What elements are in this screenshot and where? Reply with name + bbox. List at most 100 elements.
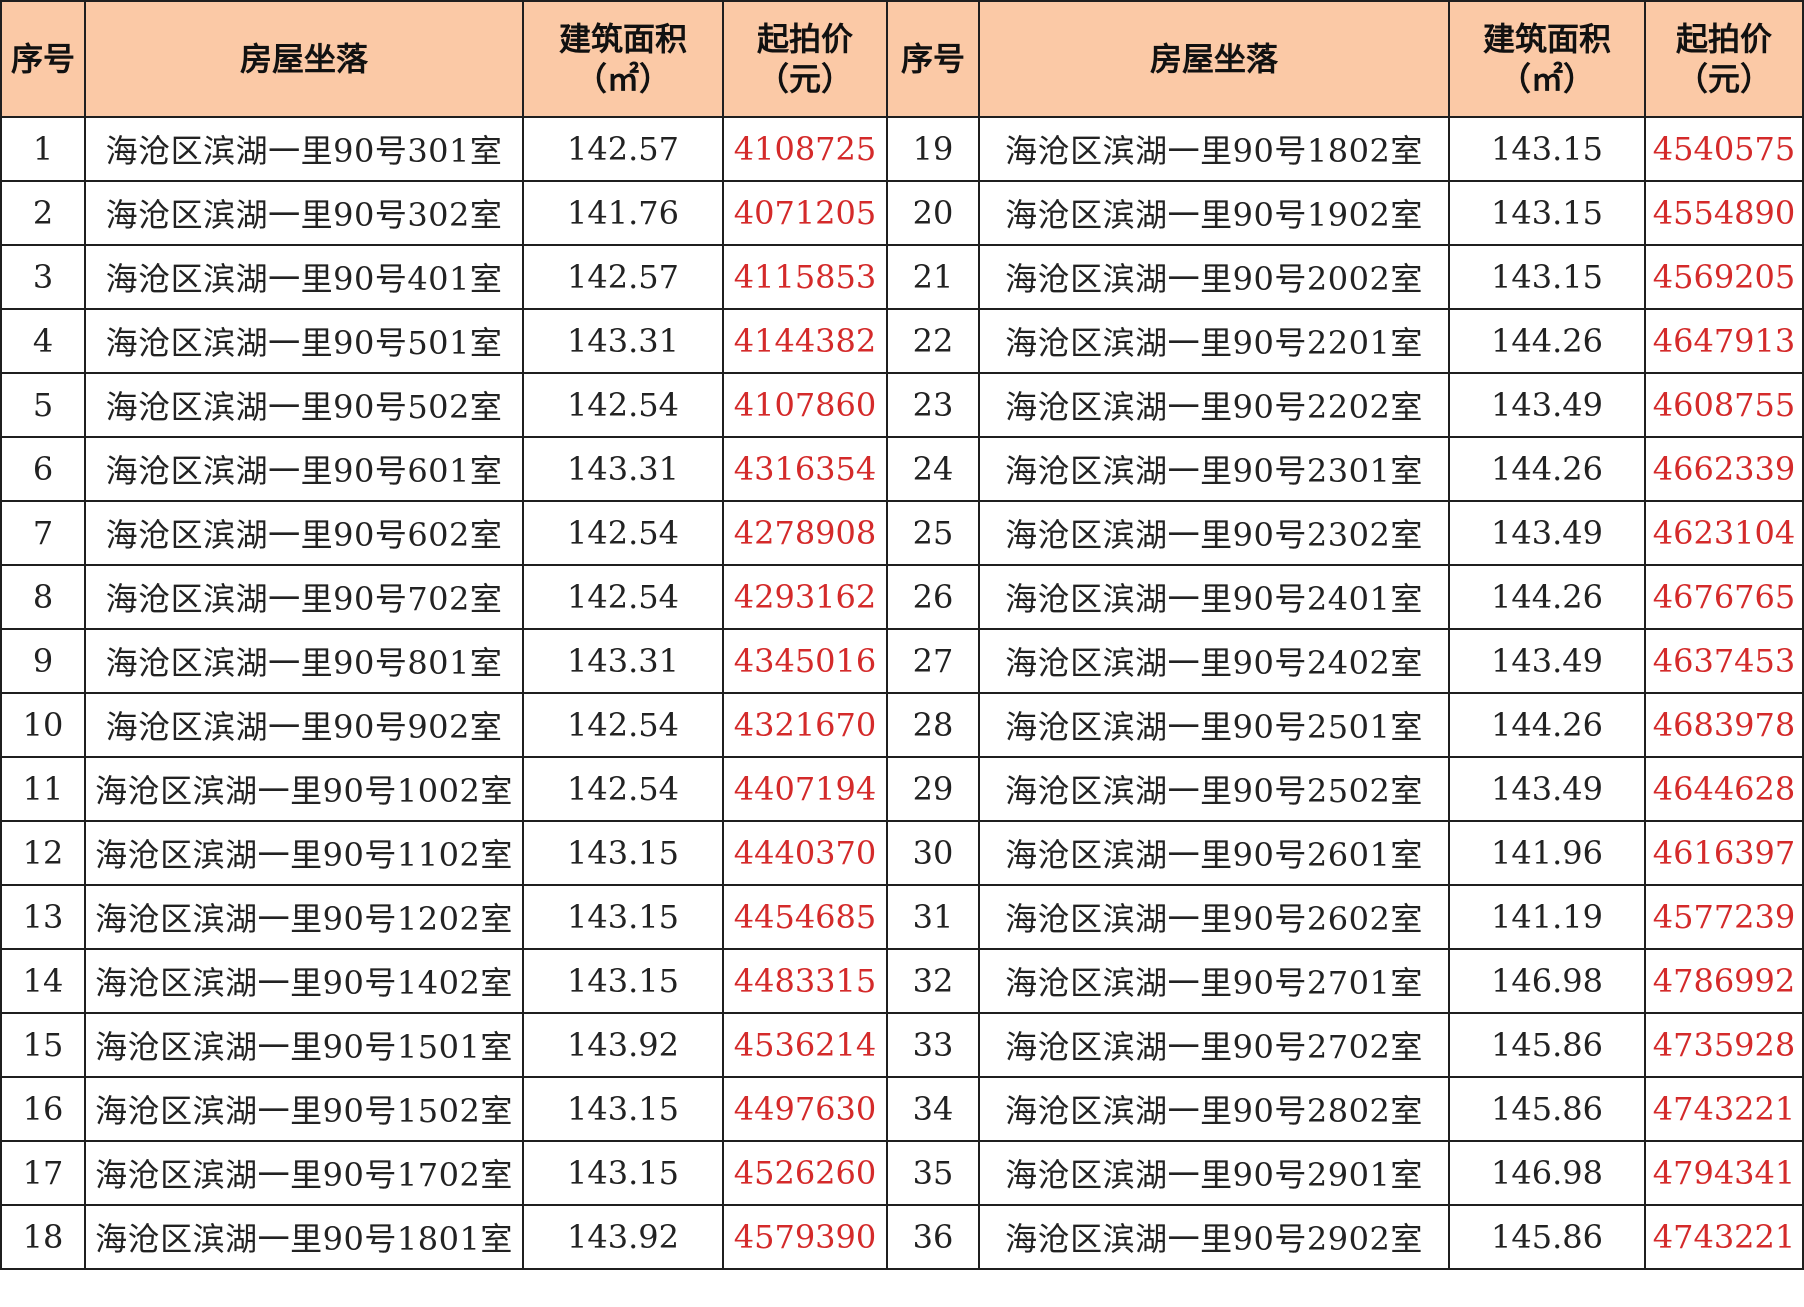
seq-cell: 8 xyxy=(0,564,86,630)
seq-cell: 20 xyxy=(886,180,980,246)
address-cell: 海沧区滨湖一里90号1002室 xyxy=(84,756,524,822)
address-cell: 海沧区滨湖一里90号1102室 xyxy=(84,820,524,886)
area-cell: 143.15 xyxy=(522,820,724,886)
area-cell: 143.31 xyxy=(522,436,724,502)
seq-cell: 11 xyxy=(0,756,86,822)
table-row: 2 海沧区滨湖一里90号302室 141.76 4071205 20 海沧区滨湖一里90号… xyxy=(0,180,1804,246)
header-price-unit: （元） xyxy=(1675,60,1772,98)
seq-cell: 16 xyxy=(0,1076,86,1142)
area-cell: 142.57 xyxy=(522,244,724,310)
price-cell: 4662339 xyxy=(1644,436,1804,502)
address-cell: 海沧区滨湖一里90号2901室 xyxy=(978,1140,1450,1206)
address-cell: 海沧区滨湖一里90号1501室 xyxy=(84,1012,524,1078)
area-cell: 144.26 xyxy=(1448,564,1646,630)
table-row: 12 海沧区滨湖一里90号1102室 143.15 4440370 30 海沧区滨湖一里9… xyxy=(0,820,1804,886)
area-cell: 142.57 xyxy=(522,116,724,182)
price-cell: 4735928 xyxy=(1644,1012,1804,1078)
seq-cell: 36 xyxy=(886,1204,980,1270)
price-cell: 4407194 xyxy=(722,756,888,822)
area-cell: 145.86 xyxy=(1448,1076,1646,1142)
table-row: 15 海沧区滨湖一里90号1501室 143.92 4536214 33 海沧区滨湖一里9… xyxy=(0,1012,1804,1078)
price-cell: 4526260 xyxy=(722,1140,888,1206)
area-cell: 143.15 xyxy=(1448,244,1646,310)
auction-listing-table: 序号 房屋坐落 建筑面积 （㎡） 起拍价 （元） 序号 房屋坐落 建筑面积 （㎡… xyxy=(0,0,1804,1270)
table-row: 17 海沧区滨湖一里90号1702室 143.15 4526260 35 海沧区滨湖一里9… xyxy=(0,1140,1804,1206)
seq-cell: 32 xyxy=(886,948,980,1014)
area-cell: 142.54 xyxy=(522,756,724,822)
address-cell: 海沧区滨湖一里90号2601室 xyxy=(978,820,1450,886)
seq-cell: 12 xyxy=(0,820,86,886)
seq-cell: 27 xyxy=(886,628,980,694)
table-row: 16 海沧区滨湖一里90号1502室 143.15 4497630 34 海沧区滨湖一里9… xyxy=(0,1076,1804,1142)
table-row: 11 海沧区滨湖一里90号1002室 142.54 4407194 29 海沧区滨湖一里9… xyxy=(0,756,1804,822)
area-cell: 141.76 xyxy=(522,180,724,246)
price-cell: 4108725 xyxy=(722,116,888,182)
address-cell: 海沧区滨湖一里90号301室 xyxy=(84,116,524,182)
seq-cell: 33 xyxy=(886,1012,980,1078)
price-cell: 4644628 xyxy=(1644,756,1804,822)
address-cell: 海沧区滨湖一里90号2602室 xyxy=(978,884,1450,950)
price-cell: 4623104 xyxy=(1644,500,1804,566)
price-cell: 4440370 xyxy=(722,820,888,886)
price-cell: 4540575 xyxy=(1644,116,1804,182)
seq-cell: 1 xyxy=(0,116,86,182)
seq-cell: 31 xyxy=(886,884,980,950)
seq-cell: 4 xyxy=(0,308,86,374)
address-cell: 海沧区滨湖一里90号1402室 xyxy=(84,948,524,1014)
area-cell: 142.54 xyxy=(522,692,724,758)
price-cell: 4683978 xyxy=(1644,692,1804,758)
table-row: 8 海沧区滨湖一里90号702室 142.54 4293162 26 海沧区滨湖一里90号… xyxy=(0,564,1804,630)
address-cell: 海沧区滨湖一里90号1702室 xyxy=(84,1140,524,1206)
price-cell: 4144382 xyxy=(722,308,888,374)
address-cell: 海沧区滨湖一里90号2402室 xyxy=(978,628,1450,694)
table-row: 18 海沧区滨湖一里90号1801室 143.92 4579390 36 海沧区滨湖一里9… xyxy=(0,1204,1804,1270)
address-cell: 海沧区滨湖一里90号2401室 xyxy=(978,564,1450,630)
price-cell: 4071205 xyxy=(722,180,888,246)
header-location-right: 房屋坐落 xyxy=(978,0,1450,118)
area-cell: 144.26 xyxy=(1448,692,1646,758)
table-row: 14 海沧区滨湖一里90号1402室 143.15 4483315 32 海沧区滨湖一里9… xyxy=(0,948,1804,1014)
area-cell: 143.92 xyxy=(522,1012,724,1078)
address-cell: 海沧区滨湖一里90号1802室 xyxy=(978,116,1450,182)
price-cell: 4115853 xyxy=(722,244,888,310)
area-cell: 143.31 xyxy=(522,628,724,694)
price-cell: 4579390 xyxy=(722,1204,888,1270)
price-cell: 4321670 xyxy=(722,692,888,758)
header-location-left: 房屋坐落 xyxy=(84,0,524,118)
header-area-left: 建筑面积 （㎡） xyxy=(522,0,724,118)
price-cell: 4345016 xyxy=(722,628,888,694)
seq-cell: 2 xyxy=(0,180,86,246)
price-cell: 4483315 xyxy=(722,948,888,1014)
header-price-label: 起拍价 xyxy=(756,20,853,58)
header-area-unit: （㎡） xyxy=(1498,60,1595,98)
address-cell: 海沧区滨湖一里90号2501室 xyxy=(978,692,1450,758)
header-seq-left: 序号 xyxy=(0,0,86,118)
area-cell: 143.15 xyxy=(522,1140,724,1206)
table-row: 6 海沧区滨湖一里90号601室 143.31 4316354 24 海沧区滨湖一里90号… xyxy=(0,436,1804,502)
address-cell: 海沧区滨湖一里90号2701室 xyxy=(978,948,1450,1014)
area-cell: 143.15 xyxy=(522,1076,724,1142)
area-cell: 143.49 xyxy=(1448,500,1646,566)
header-price-unit: （元） xyxy=(756,60,853,98)
address-cell: 海沧区滨湖一里90号401室 xyxy=(84,244,524,310)
price-cell: 4569205 xyxy=(1644,244,1804,310)
area-cell: 146.98 xyxy=(1448,948,1646,1014)
seq-cell: 25 xyxy=(886,500,980,566)
header-area-unit: （㎡） xyxy=(574,60,671,98)
table-row: 9 海沧区滨湖一里90号801室 143.31 4345016 27 海沧区滨湖一里90号… xyxy=(0,628,1804,694)
area-cell: 141.19 xyxy=(1448,884,1646,950)
address-cell: 海沧区滨湖一里90号902室 xyxy=(84,692,524,758)
area-cell: 143.49 xyxy=(1448,372,1646,438)
seq-cell: 6 xyxy=(0,436,86,502)
price-cell: 4554890 xyxy=(1644,180,1804,246)
address-cell: 海沧区滨湖一里90号501室 xyxy=(84,308,524,374)
area-cell: 143.31 xyxy=(522,308,724,374)
address-cell: 海沧区滨湖一里90号1801室 xyxy=(84,1204,524,1270)
address-cell: 海沧区滨湖一里90号601室 xyxy=(84,436,524,502)
header-area-right: 建筑面积 （㎡） xyxy=(1448,0,1646,118)
area-cell: 143.49 xyxy=(1448,628,1646,694)
seq-cell: 13 xyxy=(0,884,86,950)
table-row: 4 海沧区滨湖一里90号501室 143.31 4144382 22 海沧区滨湖一里90号… xyxy=(0,308,1804,374)
area-cell: 145.86 xyxy=(1448,1204,1646,1270)
address-cell: 海沧区滨湖一里90号702室 xyxy=(84,564,524,630)
